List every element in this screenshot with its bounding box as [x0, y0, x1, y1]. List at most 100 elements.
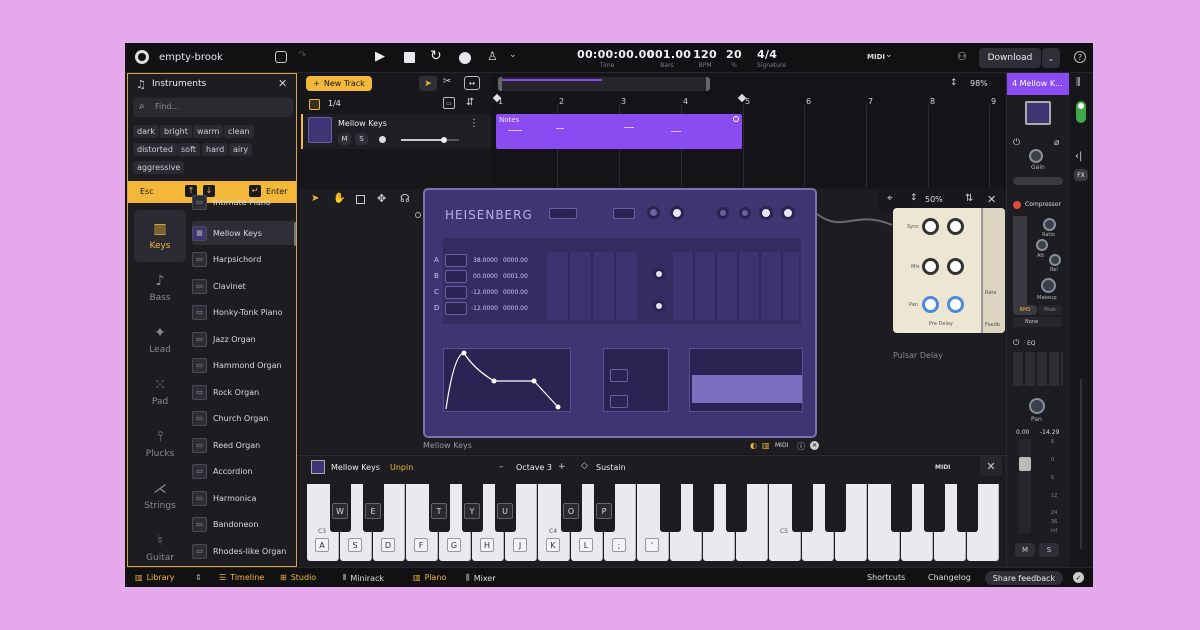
bypass-icon[interactable]: ⌀	[1054, 138, 1059, 148]
lfo-panel[interactable]	[603, 348, 669, 412]
stop-button[interactable]	[404, 52, 415, 63]
timeline-tab[interactable]: ☰ Timeline	[219, 573, 264, 582]
category-strings[interactable]: ⋌ Strings	[134, 470, 186, 522]
instrument-item[interactable]: ▭ Bandoneon	[192, 512, 296, 536]
save-icon[interactable]	[275, 51, 287, 63]
tag-chip[interactable]: dark	[133, 125, 159, 138]
keys-icon[interactable]: ▥	[762, 441, 770, 450]
signature-display[interactable]: 4/4 Signature	[757, 48, 791, 69]
stretch-tool-icon[interactable]: ↔	[464, 76, 480, 90]
piano-black-key[interactable]	[726, 484, 747, 532]
loop-button[interactable]: ↻	[430, 48, 442, 64]
osc-level-knob[interactable]	[653, 268, 665, 280]
delay-device[interactable]: Sync Mix Pan Pre Delay Rate Feedb	[893, 208, 1005, 333]
category-guitar[interactable]: ♮ Guitar	[134, 522, 186, 566]
phase-mod-matrix[interactable]	[547, 252, 637, 320]
tag-chip[interactable]: clean	[224, 125, 254, 138]
fit-icon[interactable]: ▭	[443, 97, 455, 109]
tag-chip[interactable]: aggressive	[133, 161, 185, 174]
bpm-display[interactable]: 120 BPM	[693, 48, 717, 69]
osc-value[interactable]: 0001.00	[503, 273, 528, 280]
category-plucks[interactable]: ⫯ Plucks	[134, 418, 186, 470]
track-name[interactable]: Mellow Keys	[338, 119, 387, 128]
rms-toggle[interactable]: RMS	[1013, 305, 1037, 315]
instrument-item[interactable]: ▦ Mellow Keys	[192, 221, 296, 245]
midi-clip[interactable]: Notes	[496, 114, 742, 149]
list-scrollbar[interactable]	[294, 222, 296, 246]
osc-value[interactable]: 0000.00	[503, 305, 528, 312]
instrument-item[interactable]: ▭ Church Organ	[192, 406, 296, 430]
sidebar-scrollbar[interactable]	[1080, 379, 1082, 549]
instrument-item[interactable]: ▭ Intimate Piano	[192, 194, 296, 210]
track-menu-icon[interactable]: ⋮	[469, 118, 479, 129]
instrument-item[interactable]: ▭ Clavinet	[192, 274, 296, 298]
tag-chip[interactable]: soft	[177, 143, 200, 156]
power-icon[interactable]: ◐	[750, 441, 757, 450]
osc-value[interactable]: -12.0000	[471, 305, 498, 312]
power-icon[interactable]: ⏻	[1013, 138, 1020, 148]
clip-loop-icon[interactable]	[733, 116, 739, 122]
hand-tool-icon[interactable]: ✋	[333, 193, 345, 204]
pan-knob[interactable]	[1029, 398, 1045, 414]
category-bass[interactable]: ♪ Bass	[134, 262, 186, 314]
osc-value[interactable]: 0000.00	[503, 289, 528, 296]
vel-knob[interactable]	[759, 206, 773, 220]
studio-tab[interactable]: ⊞ Studio	[280, 573, 316, 582]
osc-value[interactable]: 0000.00	[503, 257, 528, 264]
volume-fader[interactable]	[1019, 439, 1031, 533]
fx-button[interactable]: FX	[1074, 169, 1088, 181]
help-icon[interactable]: ⓘ	[797, 441, 805, 452]
midi-indicator[interactable]: MIDI	[867, 53, 885, 61]
osc-wave-display[interactable]	[445, 286, 467, 299]
compressor-power-icon[interactable]	[1013, 201, 1021, 209]
headphones-icon[interactable]: ☊	[400, 192, 410, 205]
octave-down-button[interactable]: –	[499, 462, 504, 472]
osc-wave-display[interactable]	[445, 254, 467, 267]
settings-sliders-icon[interactable]: ⇅	[965, 193, 973, 204]
overview-bar[interactable]	[498, 77, 710, 91]
gain-slider[interactable]	[1013, 177, 1063, 185]
chevron-down-icon[interactable]: ⌄	[509, 50, 517, 60]
instrument-item[interactable]: ▭ Harmonica	[192, 486, 296, 510]
check-circle-icon[interactable]: ✓	[1073, 572, 1084, 583]
tag-chip[interactable]: distorted	[133, 143, 177, 156]
arm-record-button[interactable]	[379, 136, 386, 143]
input-port[interactable]	[415, 212, 421, 218]
download-options-button[interactable]: ⌄	[1042, 48, 1060, 68]
spread-knob[interactable]	[670, 206, 684, 220]
osc-wave-display[interactable]	[445, 302, 467, 315]
instrument-item[interactable]: ▭ Reed Organ	[192, 433, 296, 457]
share-feedback-button[interactable]: Share feedback	[985, 571, 1063, 585]
voices-select[interactable]	[613, 208, 635, 219]
tag-chip[interactable]: airy	[229, 143, 253, 156]
piano-black-key[interactable]	[792, 484, 813, 532]
power-toggle[interactable]	[1076, 101, 1086, 123]
instrument-item[interactable]: ▭ Rock Organ	[192, 380, 296, 404]
att-knob[interactable]	[1036, 239, 1048, 251]
octave-up-button[interactable]: +	[558, 462, 566, 472]
amp-mod-matrix[interactable]	[673, 252, 799, 320]
close-icon[interactable]: ✕	[980, 456, 1002, 476]
envelope-display[interactable]	[443, 348, 571, 412]
mixer-tab[interactable]: ⫼ Mixer	[466, 573, 496, 583]
eq-bands[interactable]	[1013, 352, 1063, 386]
vertical-zoom-icon[interactable]: ↕	[950, 78, 958, 88]
synth-device[interactable]: HEISENBERG A B C D 38.0000 0000.00 00.00…	[423, 188, 817, 438]
peak-toggle[interactable]: Peak	[1038, 305, 1062, 315]
tag-chip[interactable]: warm	[193, 125, 224, 138]
mixer-mute-button[interactable]: M	[1015, 543, 1035, 557]
track-header[interactable]: Mellow Keys ⋮ M S	[301, 114, 491, 149]
osc-wave-display[interactable]	[445, 270, 467, 283]
instrument-item[interactable]: ▭ Hammond Organ	[192, 353, 296, 377]
delay-mix-knob[interactable]	[922, 258, 939, 275]
vertical-zoom-icon[interactable]: ↕	[910, 193, 918, 203]
unpin-button[interactable]: Unpin	[390, 463, 413, 472]
sustain-icon[interactable]: ◇	[581, 461, 588, 471]
new-track-button[interactable]: + New Track	[306, 76, 372, 91]
osc-level-knob[interactable]	[653, 300, 665, 312]
collapse-icon[interactable]: ‹|	[1075, 151, 1082, 162]
piano-black-key[interactable]	[693, 484, 714, 532]
record-button[interactable]	[459, 52, 471, 64]
category-keys[interactable]: ▥ Keys	[134, 210, 186, 262]
instrument-item[interactable]: ▭ Harpsichord	[192, 247, 296, 271]
